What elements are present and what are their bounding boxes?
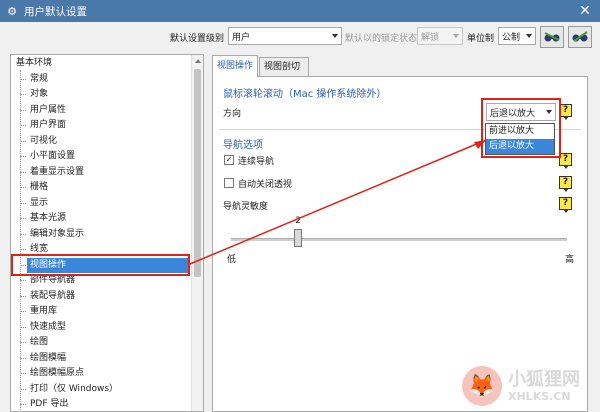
tree-connector — [20, 140, 26, 142]
scroll-thumb[interactable] — [194, 69, 201, 277]
tree-item[interactable]: 绘图模幅 — [27, 351, 66, 366]
scroll-up-icon[interactable] — [195, 59, 201, 63]
unit-label: 单位制 — [467, 34, 495, 44]
unit-select-value: 公制 — [502, 32, 521, 43]
tree-connector — [20, 295, 26, 297]
tree-connector — [20, 125, 26, 126]
locked-select-value: 解锁 — [421, 32, 440, 43]
tree-connector — [20, 404, 26, 405]
tree-item[interactable]: 用户属性 — [27, 103, 66, 118]
gear-icon: ⚙ — [7, 4, 17, 18]
settings-tree: 基本环境 常规 对象 用户属性 用户界面 可视化 小平面设置 着重显示设置 栅格 显示 基本光源 编辑… — [10, 54, 204, 412]
mouse-wheel-section-title: 鼠标滚轮滚动（Mac 操作系统除外） — [223, 89, 387, 100]
sensitivity-slider-thumb[interactable] — [294, 229, 303, 247]
tree-list: 基本环境 常规 对象 用户属性 用户界面 可视化 小平面设置 着重显示设置 栅格 显示 基本光源 编辑… — [11, 55, 191, 412]
dropdown-highlight-box — [481, 98, 561, 158]
tree-item[interactable]: PDF 导出 — [27, 397, 68, 412]
tree-item[interactable]: 小平面设置 — [27, 149, 75, 164]
tree-item[interactable]: 常规 — [27, 72, 48, 87]
dialog-window: ⚙ 用户默认设置 ✕ 默认设置级别 用户 默认以的锁定状态 解锁 单位制 公制 … — [0, 0, 600, 412]
tree-connector — [20, 357, 26, 359]
tree-connector — [20, 94, 26, 95]
tree-item[interactable]: 显示 — [27, 196, 48, 211]
tree-connector — [20, 78, 26, 80]
help-glyph: ? — [562, 198, 569, 208]
tree-item[interactable]: 用户界面 — [27, 118, 66, 133]
tree-connector — [20, 109, 26, 111]
toolbar: 默认设置级别 用户 默认以的锁定状态 解锁 单位制 公制 — [0, 22, 600, 52]
sensitivity-label: 导航灵敏度 — [223, 202, 269, 212]
watermark-subtext: XHLKS.CN — [508, 389, 571, 403]
help-glyph: ? — [562, 154, 569, 164]
glasses-export-icon — [572, 31, 588, 42]
settings-panel: 视图操作 视图剖切 鼠标滚轮滚动（Mac 操作系统除外） 方向 后退以放大 ? … — [212, 54, 588, 412]
tree-connector — [20, 70, 21, 412]
locked-label: 默认以的锁定状态 — [345, 34, 418, 44]
auto-close-perspective-checkbox[interactable] — [224, 178, 234, 188]
chevron-down-icon — [526, 34, 532, 38]
level-select-value: 用户 — [232, 32, 251, 43]
checkmark-icon: ✓ — [225, 155, 233, 164]
help-glyph: ? — [562, 177, 569, 187]
tree-scrollbar[interactable] — [191, 55, 203, 411]
tree-connector — [20, 342, 26, 343]
level-label: 默认设置级别 — [170, 34, 225, 44]
tab-view-operation[interactable]: 视图操作 — [212, 55, 258, 77]
chevron-down-icon — [332, 34, 338, 38]
tree-item[interactable]: 绘图 — [27, 335, 48, 350]
watermark: 🦊 小狐狸网 XHLKS.CN — [462, 360, 600, 412]
glasses-icon — [544, 32, 560, 42]
tree-connector — [20, 326, 26, 328]
tree-connector — [20, 249, 26, 250]
continuous-nav-label: 连续导航 — [238, 157, 275, 167]
level-select[interactable]: 用户 — [228, 27, 342, 45]
window-title: 用户默认设置 — [24, 5, 87, 18]
sensitivity-value: 2 — [295, 216, 301, 226]
watermark-text: 小狐狸网 — [508, 368, 580, 390]
tree-item[interactable]: 对象 — [27, 87, 48, 102]
nav-options-section-title: 导航选项 — [223, 140, 263, 151]
help-glyph: ? — [562, 105, 569, 115]
help-icon[interactable]: ? — [559, 197, 572, 213]
tree-connector — [20, 156, 26, 157]
chevron-down-icon — [453, 34, 459, 38]
tree-item[interactable]: 栅格 — [27, 180, 48, 195]
tree-item[interactable]: 快速成型 — [27, 320, 66, 335]
direction-label: 方向 — [223, 109, 242, 119]
auto-close-perspective-label: 自动关闭透视 — [238, 180, 293, 190]
tree-item[interactable]: 重用库 — [27, 304, 57, 319]
tree-connector — [20, 311, 26, 312]
tree-item[interactable]: 打印（仅 Windows） — [27, 382, 118, 397]
tree-item[interactable]: 着重显示设置 — [27, 165, 84, 180]
tree-item[interactable]: 可视化 — [27, 134, 57, 149]
tree-connector — [20, 373, 26, 374]
tree-item[interactable]: 编辑对象显示 — [27, 227, 84, 242]
tree-connector — [20, 202, 26, 204]
continuous-nav-checkbox[interactable]: ✓ — [224, 155, 234, 165]
fox-logo-icon: 🦊 — [462, 366, 502, 406]
tree-connector — [20, 280, 26, 281]
tree-item[interactable]: 基本光源 — [27, 211, 66, 226]
unit-select[interactable]: 公制 — [498, 27, 536, 45]
title-bar: ⚙ 用户默认设置 ✕ — [0, 0, 600, 22]
sensitivity-slider-track[interactable] — [231, 238, 567, 241]
tree-root-item[interactable]: 基本环境 — [13, 56, 52, 71]
tree-connector — [20, 218, 26, 219]
tree-connector — [20, 187, 26, 188]
help-icon[interactable]: ? — [559, 176, 572, 192]
import-settings-button[interactable] — [540, 26, 564, 48]
tree-connector — [20, 388, 26, 390]
tree-item[interactable]: 装配导航器 — [27, 289, 75, 304]
tree-connector — [20, 171, 26, 173]
tab-view-section[interactable]: 视图剖切 — [259, 57, 309, 76]
high-label: 高 — [565, 255, 575, 265]
close-icon[interactable]: ✕ — [576, 2, 594, 20]
tree-connector — [20, 233, 26, 235]
tree-item[interactable]: 绘图模幅原点 — [27, 366, 84, 381]
tree-highlight-box — [11, 254, 190, 276]
export-settings-button[interactable] — [568, 26, 592, 48]
locked-select: 解锁 — [417, 27, 463, 45]
low-label: 低 — [227, 255, 237, 265]
